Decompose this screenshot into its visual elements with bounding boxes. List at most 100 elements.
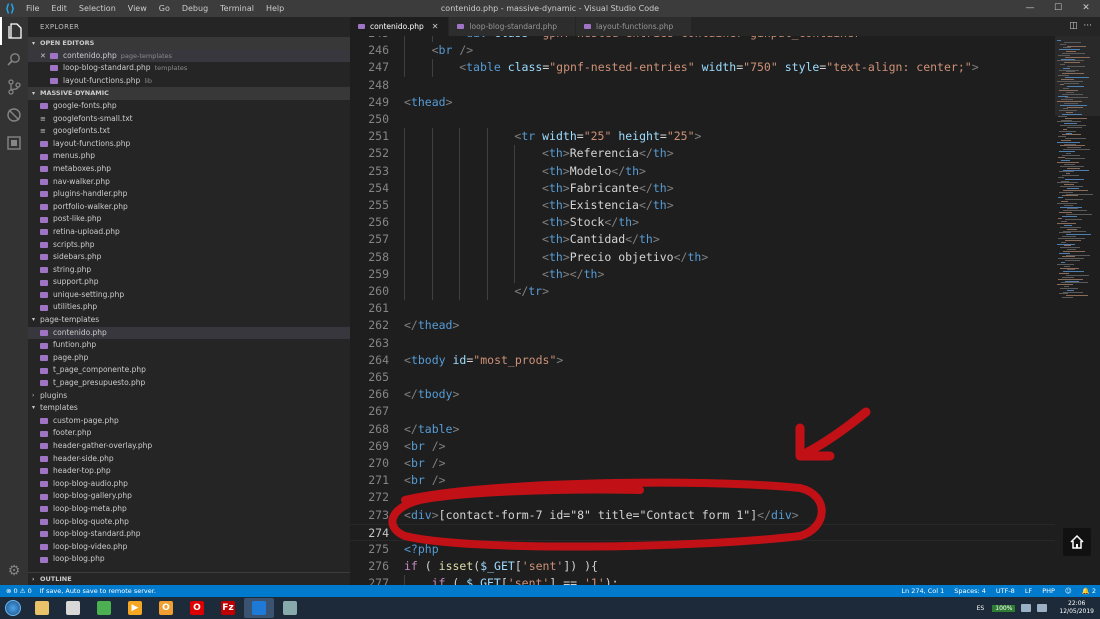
- editor-tab[interactable]: loop-blog-standard.php: [449, 17, 576, 36]
- code-editor[interactable]: 245<div class="gpnf-nested-entries-conta…: [350, 36, 1055, 585]
- file-item[interactable]: loop-blog.php: [28, 553, 350, 566]
- code-line[interactable]: 257 <th>Cantidad</th>: [350, 231, 1055, 249]
- code-line[interactable]: 261: [350, 300, 1055, 317]
- file-item[interactable]: loop-blog-meta.php: [28, 503, 350, 516]
- file-item[interactable]: layout-functions.php: [28, 138, 350, 151]
- taskbar-app-opera[interactable]: O: [182, 598, 212, 618]
- code-line[interactable]: 266 </tbody>: [350, 386, 1055, 403]
- home-icon[interactable]: [1063, 528, 1091, 556]
- menu-help[interactable]: Help: [260, 0, 290, 17]
- battery-indicator[interactable]: 100%: [992, 604, 1016, 612]
- code-line[interactable]: 246 <br />: [350, 42, 1055, 60]
- taskbar-app-chrome[interactable]: [89, 598, 119, 618]
- code-line[interactable]: 262 </thead>: [350, 317, 1055, 334]
- volume-icon[interactable]: [1037, 604, 1048, 612]
- code-line[interactable]: 275 <?php: [350, 541, 1055, 558]
- folder-item[interactable]: ▾ templates: [28, 402, 350, 415]
- language-mode[interactable]: PHP: [1042, 585, 1055, 597]
- code-line[interactable]: 247 <table class="gpnf-nested-entries" wi…: [350, 59, 1055, 77]
- debug-icon[interactable]: [0, 101, 28, 129]
- start-button[interactable]: [0, 597, 26, 619]
- code-line[interactable]: 277 if ( $_GET['sent'] == '1');: [350, 575, 1055, 585]
- maximize-icon[interactable]: ☐: [1044, 0, 1072, 17]
- clock[interactable]: 22:06 12/05/2019: [1059, 600, 1094, 616]
- file-item[interactable]: google-fonts.php: [28, 100, 350, 113]
- code-line[interactable]: 252 <th>Referencia</th>: [350, 145, 1055, 163]
- code-line[interactable]: 248: [350, 77, 1055, 94]
- code-line[interactable]: 250: [350, 111, 1055, 128]
- code-line[interactable]: 274: [350, 523, 1055, 541]
- file-item[interactable]: string.php: [28, 264, 350, 277]
- close-icon[interactable]: ✕: [432, 17, 439, 36]
- code-line[interactable]: 253 <th>Modelo</th>: [350, 162, 1055, 180]
- menu-selection[interactable]: Selection: [73, 0, 122, 17]
- file-item[interactable]: portfolio-walker.php: [28, 201, 350, 214]
- file-item[interactable]: t_page_presupuesto.php: [28, 377, 350, 390]
- file-item[interactable]: loop-blog-audio.php: [28, 478, 350, 491]
- file-item[interactable]: plugins-handler.php: [28, 188, 350, 201]
- close-icon[interactable]: ✕: [1072, 0, 1100, 17]
- code-line[interactable]: 263: [350, 335, 1055, 352]
- folder-item[interactable]: › plugins: [28, 390, 350, 403]
- file-item[interactable]: contenido.php: [28, 326, 350, 340]
- code-line[interactable]: 249 <thead>: [350, 94, 1055, 111]
- file-item[interactable]: page.php: [28, 352, 350, 365]
- cursor-position[interactable]: Ln 274, Col 1: [901, 585, 944, 597]
- file-item[interactable]: loop-blog-quote.php: [28, 516, 350, 529]
- code-line[interactable]: 265: [350, 369, 1055, 386]
- folder-item[interactable]: ▾ page-templates: [28, 314, 350, 327]
- file-item[interactable]: loop-blog-gallery.php: [28, 490, 350, 503]
- search-icon[interactable]: [0, 45, 28, 73]
- file-item[interactable]: support.php: [28, 276, 350, 289]
- indentation[interactable]: Spaces: 4: [954, 585, 986, 597]
- file-item[interactable]: header-gather-overlay.php: [28, 440, 350, 453]
- file-item[interactable]: funtion.php: [28, 339, 350, 352]
- menu-file[interactable]: File: [20, 0, 45, 17]
- line-ending[interactable]: LF: [1025, 585, 1032, 597]
- taskbar-app-documents[interactable]: [58, 598, 88, 618]
- menu-edit[interactable]: Edit: [45, 0, 73, 17]
- code-line[interactable]: 272: [350, 489, 1055, 506]
- file-item[interactable]: unique-setting.php: [28, 289, 350, 302]
- file-item[interactable]: header-side.php: [28, 453, 350, 466]
- code-line[interactable]: 267: [350, 403, 1055, 420]
- extensions-icon[interactable]: [0, 129, 28, 157]
- editor-tab[interactable]: contenido.php ✕: [350, 17, 450, 36]
- code-line[interactable]: 259 <th></th>: [350, 265, 1055, 283]
- feedback-icon[interactable]: ☺: [1065, 585, 1072, 597]
- code-line[interactable]: 269 <br />: [350, 438, 1055, 455]
- taskbar-app-filezilla[interactable]: Fz: [213, 598, 243, 618]
- outline-header[interactable]: › OUTLINE: [28, 572, 350, 585]
- file-item[interactable]: loop-blog-video.php: [28, 541, 350, 554]
- file-item[interactable]: ≡ googlefonts-small.txt: [28, 113, 350, 126]
- open-editors-header[interactable]: ▾ OPEN EDITORS: [28, 37, 350, 50]
- menu-go[interactable]: Go: [153, 0, 176, 17]
- split-editor-icon[interactable]: ◫ ···: [1069, 17, 1092, 36]
- taskbar-app-media-player[interactable]: ▶: [120, 598, 150, 618]
- menu-terminal[interactable]: Terminal: [214, 0, 260, 17]
- project-header[interactable]: ▾ MASSIVE-DYNAMIC: [28, 87, 350, 100]
- problems-indicator[interactable]: ⊗ 0 ⚠ 0: [6, 585, 32, 597]
- code-line[interactable]: 268 </table>: [350, 421, 1055, 438]
- files-icon[interactable]: [0, 17, 28, 45]
- file-item[interactable]: retina-upload.php: [28, 226, 350, 239]
- file-item[interactable]: nav-walker.php: [28, 176, 350, 189]
- language-indicator[interactable]: ES: [977, 605, 985, 612]
- code-line[interactable]: 255 <th>Existencia</th>: [350, 197, 1055, 215]
- code-line[interactable]: 264 <tbody id="most_prods">: [350, 352, 1055, 369]
- file-item[interactable]: sidebars.php: [28, 251, 350, 264]
- close-icon[interactable]: ✕: [40, 50, 48, 63]
- menu-view[interactable]: View: [122, 0, 153, 17]
- open-editor-item[interactable]: loop-blog-standard.php templates: [28, 62, 350, 75]
- open-editor-item[interactable]: ✕ contenido.php page-templates: [28, 49, 350, 63]
- file-item[interactable]: post-like.php: [28, 213, 350, 226]
- file-item[interactable]: scripts.php: [28, 239, 350, 252]
- taskbar-app-outlook[interactable]: O: [151, 598, 181, 618]
- file-item[interactable]: ≡ googlefonts.txt: [28, 125, 350, 138]
- taskbar-app-vscode[interactable]: [244, 598, 274, 618]
- file-item[interactable]: t_page_componente.php: [28, 364, 350, 377]
- code-line[interactable]: 251 <tr width="25" height="25">: [350, 128, 1055, 146]
- file-item[interactable]: header-top.php: [28, 465, 350, 478]
- taskbar-app-explorer[interactable]: [27, 598, 57, 618]
- code-line[interactable]: 254 <th>Fabricante</th>: [350, 179, 1055, 197]
